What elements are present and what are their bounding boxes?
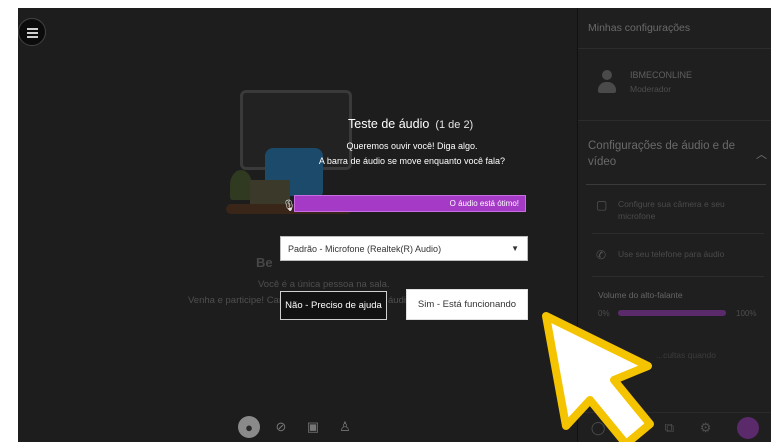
sidebar-note: ...cultas quando (656, 350, 717, 360)
microphone-select-value: Padrão - Microfone (Realtek(R) Audio) (288, 244, 442, 254)
share-icon[interactable]: ⧉ (665, 420, 674, 436)
audio-level-meter: O áudio está ótimo! (294, 195, 526, 212)
divider (578, 120, 771, 121)
working-button[interactable]: Sim - Está funcionando (406, 289, 528, 320)
divider (592, 233, 764, 234)
modal-instruction: Queremos ouvir você! Diga algo. (346, 141, 478, 151)
modal-question: A barra de áudio se move enquanto você f… (318, 156, 506, 166)
user-name: IBMECONLINE (630, 70, 693, 80)
modal-step: (1 de 2) (435, 119, 474, 131)
screen-share-icon[interactable]: ▣ (302, 416, 324, 438)
menu-icon-line (27, 36, 38, 38)
main-area: Be Você é a única pessoa na sala. Venha … (18, 8, 577, 442)
menu-icon-line (27, 32, 38, 34)
sidebar-item-label: Use seu telefone para áudio (618, 249, 725, 259)
volume-max: 100% (736, 309, 757, 318)
phone-icon: ✆ (596, 248, 607, 262)
avatar[interactable]: ● (238, 416, 260, 438)
app-window: Be Você é a única pessoa na sala. Venha … (18, 8, 771, 442)
sidebar-title: Minhas configurações (588, 22, 691, 34)
modal-title: Teste de áudio (348, 117, 430, 131)
microphone-select[interactable]: Padrão - Microfone (Realtek(R) Audio) ▼ (280, 236, 528, 261)
raise-hand-icon[interactable]: ♙ (334, 416, 356, 438)
volume-min: 0% (598, 309, 610, 318)
chat-icon[interactable]: ◯ (591, 420, 606, 436)
volume-label: Volume do alto-falante (598, 290, 683, 300)
illustration-plant (230, 170, 252, 200)
divider (592, 276, 764, 277)
welcome-heading: Be (256, 255, 273, 270)
users-icon[interactable]: ◐ (631, 420, 639, 435)
gear-icon[interactable]: ⚙ (700, 420, 712, 436)
camera-icon: ▢ (596, 198, 608, 212)
divider (578, 48, 771, 49)
room-info-text: Você é a única pessoa na sala. (258, 279, 390, 290)
caret-down-icon: ▼ (511, 244, 519, 253)
profile-icon[interactable] (737, 416, 760, 439)
chevron-up-icon[interactable]: ︿ (756, 146, 767, 162)
section-title: Configurações de áudio e de vídeo (588, 140, 736, 168)
audio-level-label: O áudio está ótimo! (449, 199, 519, 208)
sidebar-item-phone-audio[interactable]: ✆ Use seu telefone para áudio (596, 248, 766, 262)
user-icon (596, 68, 618, 94)
volume-slider-fill (618, 310, 726, 316)
divider (586, 184, 766, 185)
sidebar-item-camera-mic[interactable]: ▢ Configure sua câmera e seu microfone (596, 198, 766, 222)
mic-off-icon[interactable]: ⊘ (270, 416, 292, 438)
sidebar-footer: ◯ ◐ ⧉ ⚙ (578, 412, 771, 442)
settings-sidebar: Minhas configurações IBMECONLINE Moderad… (577, 8, 771, 442)
menu-icon (27, 28, 38, 30)
need-help-button[interactable]: Não - Preciso de ajuda (280, 291, 387, 320)
menu-button[interactable] (18, 18, 46, 46)
modal-header: Teste de áudio (1 de 2) (348, 117, 473, 131)
user-role: Moderador (630, 84, 672, 94)
sidebar-item-label: Configure sua câmera e seu microfone (618, 199, 725, 221)
volume-slider[interactable] (618, 310, 726, 316)
media-controls: ● ⊘ ▣ ♙ (238, 412, 356, 442)
